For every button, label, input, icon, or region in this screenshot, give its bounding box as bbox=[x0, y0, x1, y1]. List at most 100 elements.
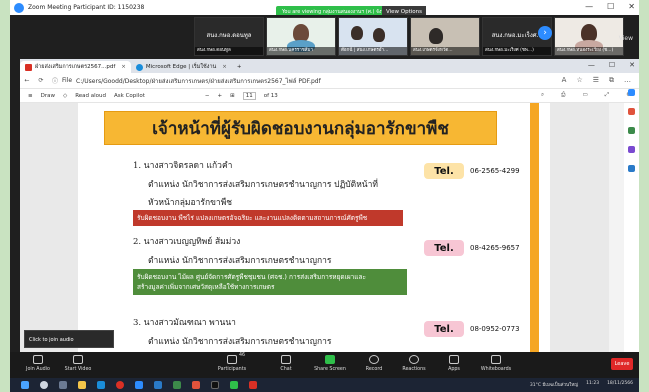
file-explorer-icon[interactable] bbox=[78, 381, 86, 389]
pdf-scrollbar[interactable] bbox=[609, 103, 624, 352]
entry-1-name: 1. นางสาวจิตรลดา แก้วคำ bbox=[133, 161, 233, 171]
close-button[interactable]: ✕ bbox=[628, 2, 635, 11]
powerpoint-icon[interactable] bbox=[192, 381, 200, 389]
contents-icon[interactable]: ≡ bbox=[28, 93, 33, 99]
responsibility-line: รับผิดชอบงาน ไม้ผล ศูนย์จัดการศัตรูพืชชุ… bbox=[137, 273, 366, 281]
responsibility-line: สร้างมูลค่าเพิ่มจากเศษวัสดุเหลือใช้ทางกา… bbox=[137, 283, 275, 291]
search-icon[interactable] bbox=[40, 381, 48, 389]
close-tab-icon[interactable]: × bbox=[121, 64, 126, 70]
favorites-icon[interactable]: ☰ bbox=[593, 76, 599, 85]
read-aloud-button[interactable]: Read aloud bbox=[75, 93, 106, 99]
video-tile[interactable]: ต๊อกฉี | สนง.เกษตรอำ... bbox=[338, 17, 408, 56]
refresh-icon[interactable]: ⟳ bbox=[34, 77, 48, 84]
save-icon[interactable]: ▭ bbox=[582, 92, 587, 99]
zoom-control-bar: Join Audio Start Video Participants 46 C… bbox=[10, 352, 639, 378]
start-video-button[interactable]: Start Video bbox=[54, 355, 102, 372]
word-icon[interactable] bbox=[154, 381, 162, 389]
close-button[interactable]: ✕ bbox=[629, 61, 635, 69]
tab-label: Microsoft Edge | เริ่มใช้งาน bbox=[145, 64, 217, 70]
start-icon[interactable] bbox=[21, 381, 29, 389]
tile-name: สนง.กษอ.ดอนทูล bbox=[195, 47, 263, 55]
view-button[interactable]: View bbox=[619, 35, 633, 42]
excel-icon[interactable] bbox=[173, 381, 181, 389]
maximize-button[interactable]: ☐ bbox=[609, 61, 615, 69]
zoom-out-icon[interactable]: − bbox=[205, 93, 210, 99]
chat-button[interactable]: Chat bbox=[262, 355, 310, 372]
read-aloud-icon[interactable]: A bbox=[562, 76, 567, 85]
tools-icon[interactable] bbox=[628, 127, 635, 134]
edge-icon bbox=[135, 63, 143, 71]
zoom-window: Zoom Meeting Participant ID: 1150238 — ☐… bbox=[10, 0, 639, 392]
whiteboard-icon bbox=[491, 355, 501, 364]
zoom-in-icon[interactable]: + bbox=[217, 93, 222, 99]
maximize-button[interactable]: ☐ bbox=[607, 2, 614, 11]
tile-name: ต๊อกฉี | สนง.เกษตรอำ... bbox=[339, 47, 407, 55]
edge-sidebar bbox=[624, 89, 639, 172]
next-page-arrow-icon[interactable]: › bbox=[538, 26, 552, 40]
record-label: Record bbox=[365, 367, 383, 372]
fullscreen-icon[interactable]: ⤢ bbox=[605, 92, 609, 99]
back-icon[interactable]: ← bbox=[20, 77, 34, 84]
copilot-icon[interactable] bbox=[628, 89, 635, 96]
video-camera-icon bbox=[73, 355, 83, 364]
favorite-star-icon[interactable]: ☆ bbox=[576, 76, 582, 85]
tile-name: สนง.กษอ.หนองระเวียง (ช...) bbox=[555, 47, 623, 55]
ask-copilot-button[interactable]: Ask Copilot bbox=[114, 93, 145, 99]
games-icon[interactable] bbox=[628, 146, 635, 153]
collections-icon[interactable]: ⧉ bbox=[609, 76, 614, 85]
pdf-icon bbox=[25, 63, 32, 71]
tab-strip: ฝ่ายส่งเสริมการเกษตร2567...pdf × Microso… bbox=[20, 59, 639, 73]
close-tab-icon[interactable]: × bbox=[222, 64, 227, 70]
weather[interactable]: 31°C มีเมฆเป็นส่วนใหญ่ bbox=[530, 381, 578, 388]
draw-button[interactable]: Draw bbox=[41, 93, 55, 99]
erase-icon[interactable]: ◇ bbox=[63, 93, 67, 99]
tab-pdf[interactable]: ฝ่ายส่งเสริมการเกษตร2567...pdf × bbox=[20, 61, 131, 73]
video-tile[interactable]: สนง.กษอ.หนองระเวียง (ช...) bbox=[554, 17, 624, 56]
tel-label: Tel. bbox=[424, 240, 464, 256]
share-screen-label: Share Screen bbox=[314, 367, 346, 372]
print-icon[interactable]: ⎙ bbox=[561, 92, 565, 99]
whiteboards-button[interactable]: Whiteboards bbox=[472, 355, 520, 372]
task-view-icon[interactable] bbox=[59, 381, 67, 389]
clock-time[interactable]: 11:23 bbox=[586, 381, 599, 388]
leave-button[interactable]: Leave bbox=[611, 358, 633, 370]
participant-avatar bbox=[429, 28, 443, 44]
chat-label: Chat bbox=[280, 367, 292, 372]
search-icon[interactable]: ⌕ bbox=[541, 92, 544, 99]
zoom-icon[interactable] bbox=[135, 381, 143, 389]
edge-browser: ฝ่ายส่งเสริมการเกษตร2567...pdf × Microso… bbox=[20, 59, 639, 352]
pdf-viewer[interactable]: เจ้าหน้าที่ผู้รับผิดชอบงานกลุ่มอารักขาพื… bbox=[20, 103, 624, 352]
pdf-page: เจ้าหน้าที่ผู้รับผิดชอบงานกลุ่มอารักขาพื… bbox=[78, 103, 550, 352]
fit-page-icon[interactable]: ⊞ bbox=[230, 93, 235, 99]
more-icon[interactable]: … bbox=[624, 76, 631, 85]
minimize-button[interactable]: — bbox=[585, 2, 593, 11]
outlook-icon[interactable] bbox=[628, 165, 635, 172]
tile-name: สนง.กษอ.มะเร็งศ (ชพ...) bbox=[483, 47, 551, 55]
new-tab-button[interactable]: + bbox=[232, 61, 247, 73]
entry-3-tel: Tel. 08-0952-0773 bbox=[424, 321, 520, 337]
tab-edge[interactable]: Microsoft Edge | เริ่มใช้งาน × bbox=[131, 61, 232, 73]
chrome-icon[interactable] bbox=[116, 381, 124, 389]
info-icon[interactable]: ⓘ bbox=[48, 76, 62, 85]
url-field[interactable]: C:/Users/Goodd/Desktop/ฝ่ายส่งเสริมการเก… bbox=[76, 76, 321, 86]
share-screen-button[interactable]: Share Screen bbox=[306, 355, 354, 372]
pdf-toolbar: ≡ Draw ◇ Read aloud Ask Copilot − + ⊞ 11… bbox=[20, 89, 639, 103]
entry-2-name: 2. นางสาวเบญญทิพย์ ส้มม่วง bbox=[133, 237, 241, 247]
video-tile[interactable]: สนง.กษอ.นครราชสีมา bbox=[266, 17, 336, 56]
apps-button[interactable]: Apps bbox=[430, 355, 478, 372]
edge-icon[interactable] bbox=[97, 381, 105, 389]
page-number-input[interactable]: 11 bbox=[242, 91, 256, 100]
video-tile[interactable]: สนง.เกษตรจังหวัด... bbox=[410, 17, 480, 56]
tel-label: Tel. bbox=[424, 321, 464, 337]
participant-avatar bbox=[373, 28, 385, 42]
clock-date[interactable]: 18/11/2566 bbox=[607, 381, 633, 388]
line-icon[interactable] bbox=[230, 381, 238, 389]
shopping-icon[interactable] bbox=[628, 108, 635, 115]
minimize-button[interactable]: — bbox=[588, 61, 595, 69]
entry-2-position: ตำแหน่ง นักวิชาการส่งเสริมการเกษตรชำนาญก… bbox=[148, 256, 332, 266]
participants-count: 46 bbox=[238, 353, 246, 358]
headphone-icon bbox=[33, 355, 43, 364]
tiktok-icon[interactable] bbox=[211, 381, 219, 389]
video-tile[interactable]: สนง.กษอ.ดอนทูล สนง.กษอ.ดอนทูล bbox=[194, 17, 264, 56]
pdf-reader-icon[interactable] bbox=[249, 381, 257, 389]
